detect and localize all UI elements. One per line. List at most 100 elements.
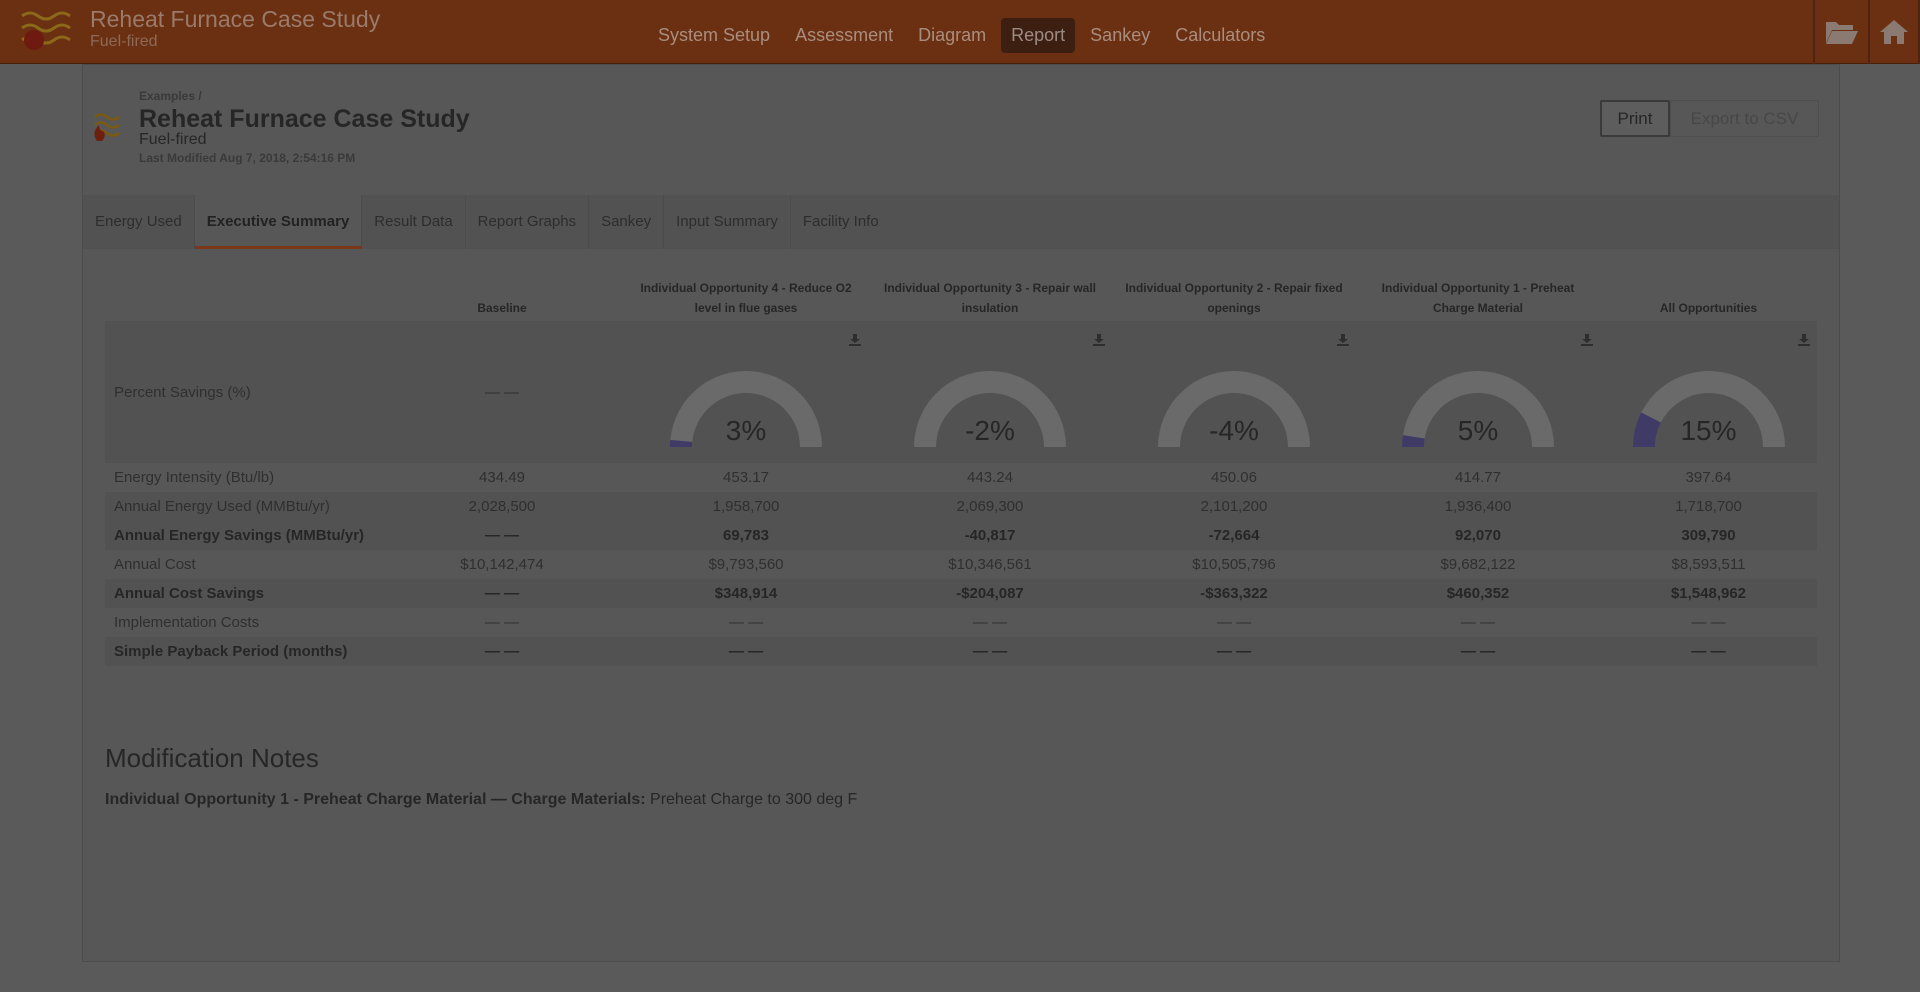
- gauge-value: -2%: [965, 415, 1015, 446]
- table-row: Annual Cost $10,142,474 $9,793,560 $10,346,…: [105, 550, 1817, 579]
- table-cell: — —: [728, 614, 764, 631]
- gauge-cell: -2%: [868, 321, 1112, 463]
- nav-calculators[interactable]: Calculators: [1165, 18, 1275, 53]
- table-cell: $10,346,561: [948, 556, 1032, 573]
- tab-facility-info[interactable]: Facility Info: [791, 195, 891, 249]
- note-item-text: Preheat Charge to 300 deg F: [650, 791, 858, 808]
- table-cell: 453.17: [723, 469, 769, 486]
- notes-title: Modification Notes: [105, 743, 319, 773]
- table-cell: — —: [1600, 637, 1817, 666]
- table-cell: $9,793,560: [708, 556, 784, 573]
- page-title: Reheat Furnace Case Study: [139, 105, 470, 133]
- table-cell: — —: [380, 321, 624, 463]
- gauge-cell: 15%: [1600, 321, 1817, 463]
- table-cell: 414.77: [1455, 469, 1501, 486]
- note-item: Individual Opportunity 1 - Preheat Charg…: [105, 791, 857, 809]
- top-navbar: Reheat Furnace Case Study Fuel-fired Sys…: [0, 0, 1920, 64]
- table-cell: — —: [1691, 614, 1726, 631]
- table-cell: — —: [1112, 637, 1356, 666]
- table-cell: -72,664: [1112, 521, 1356, 550]
- table-cell: $460,352: [1356, 579, 1600, 608]
- nav-sankey[interactable]: Sankey: [1080, 18, 1160, 53]
- table-cell: 443.24: [967, 469, 1013, 486]
- row-label: Annual Cost Savings: [105, 579, 380, 608]
- column-header: Individual Opportunity 4 - Reduce O2 lev…: [640, 281, 852, 315]
- table-cell: — —: [1356, 637, 1600, 666]
- tab-report-graphs[interactable]: Report Graphs: [466, 195, 590, 249]
- table-cell: -$363,322: [1112, 579, 1356, 608]
- row-label: Simple Payback Period (months): [105, 637, 380, 666]
- nav-diagram[interactable]: Diagram: [908, 18, 996, 53]
- gauge-cell: 3%: [624, 321, 868, 463]
- column-header: Individual Opportunity 2 - Repair fixed …: [1125, 281, 1343, 315]
- nav-assessment[interactable]: Assessment: [785, 18, 903, 53]
- row-label: Percent Savings (%): [105, 321, 380, 463]
- table-cell: $1,548,962: [1600, 579, 1817, 608]
- table-cell: — —: [380, 637, 624, 666]
- table-row: Annual Energy Used (MMBtu/yr) 2,028,500 1,…: [105, 492, 1817, 521]
- table-row: Energy Intensity (Btu/lb) 434.49 453.17 443…: [105, 463, 1817, 492]
- download-icon[interactable]: [1797, 333, 1811, 347]
- download-icon[interactable]: [1580, 333, 1594, 347]
- report-tabs: Energy Used Executive Summary Result Dat…: [83, 195, 1839, 249]
- table-cell: 2,069,300: [868, 492, 1112, 521]
- nav-system-setup[interactable]: System Setup: [648, 18, 780, 53]
- column-header: Baseline: [477, 301, 527, 315]
- table-cell: — —: [1216, 614, 1252, 631]
- gauge-value: 15%: [1680, 415, 1737, 446]
- table-row: Annual Energy Savings (MMBtu/yr) — —69,78…: [105, 521, 1817, 550]
- download-icon[interactable]: [848, 333, 862, 347]
- download-icon[interactable]: [1336, 333, 1350, 347]
- app-title: Reheat Furnace Case Study: [90, 6, 381, 32]
- nav-report[interactable]: Report: [1001, 18, 1076, 53]
- row-label: Annual Energy Used (MMBtu/yr): [105, 492, 380, 521]
- table-cell: 2,028,500: [380, 492, 624, 521]
- download-icon[interactable]: [1092, 333, 1106, 347]
- table-cell: -$204,087: [868, 579, 1112, 608]
- corner-header: [105, 263, 380, 321]
- table-cell: — —: [1460, 614, 1496, 631]
- app-subtitle: Fuel-fired: [90, 33, 158, 50]
- tab-result-data[interactable]: Result Data: [362, 195, 466, 249]
- row-label: Annual Cost: [114, 556, 196, 573]
- breadcrumb[interactable]: Examples /: [139, 89, 202, 103]
- note-item-title: Individual Opportunity 1 - Preheat Charg…: [105, 791, 646, 808]
- table-cell: 309,790: [1600, 521, 1817, 550]
- table-cell: — —: [484, 614, 520, 631]
- top-icon-group: [1813, 0, 1920, 64]
- table-row: Simple Payback Period (months) — — — — — — —…: [105, 637, 1817, 666]
- row-label: Annual Energy Savings (MMBtu/yr): [105, 521, 380, 550]
- table-cell: $348,914: [624, 579, 868, 608]
- export-csv-button[interactable]: Export to CSV: [1670, 100, 1819, 137]
- table-cell: — —: [972, 614, 1008, 631]
- table-cell: 1,936,400: [1356, 492, 1600, 521]
- table-cell: — —: [380, 521, 624, 550]
- row-label: Implementation Costs: [114, 614, 260, 631]
- percent-savings-row: Percent Savings (%) — — 3% -2% -4% 5% 15…: [105, 321, 1817, 463]
- table-cell: $9,682,122: [1440, 556, 1516, 573]
- table-row: Implementation Costs — — — — — — — — — — — —: [105, 608, 1817, 637]
- column-header: Individual Opportunity 1 - Preheat Charg…: [1381, 281, 1575, 315]
- table-cell: 397.64: [1685, 469, 1732, 486]
- print-button[interactable]: Print: [1600, 100, 1670, 137]
- main-nav: System Setup Assessment Diagram Report S…: [648, 18, 1280, 53]
- table-cell: $8,593,511: [1671, 556, 1746, 573]
- tab-executive-summary[interactable]: Executive Summary: [194, 195, 363, 249]
- open-folder-button[interactable]: [1813, 0, 1868, 64]
- table-cell: 2,101,200: [1112, 492, 1356, 521]
- table-cell: -40,817: [868, 521, 1112, 550]
- table-cell: 434.49: [479, 469, 525, 486]
- last-modified: Last Modified Aug 7, 2018, 2:54:16 PM: [139, 151, 356, 165]
- table-cell: 450.06: [1211, 469, 1257, 486]
- table-cell: 1,958,700: [624, 492, 868, 521]
- tab-input-summary[interactable]: Input Summary: [664, 195, 791, 249]
- gauge-value: 3%: [725, 415, 767, 446]
- table-cell: 92,070: [1356, 521, 1600, 550]
- home-button[interactable]: [1868, 0, 1920, 64]
- row-label: Energy Intensity (Btu/lb): [114, 469, 275, 486]
- column-header: All Opportunities: [1659, 301, 1758, 315]
- folder-open-icon: [1825, 22, 1858, 44]
- tab-energy-used[interactable]: Energy Used: [83, 195, 195, 249]
- tab-sankey[interactable]: Sankey: [589, 195, 665, 249]
- table-row: Annual Cost Savings — — $348,914 -$204,087-…: [105, 579, 1817, 608]
